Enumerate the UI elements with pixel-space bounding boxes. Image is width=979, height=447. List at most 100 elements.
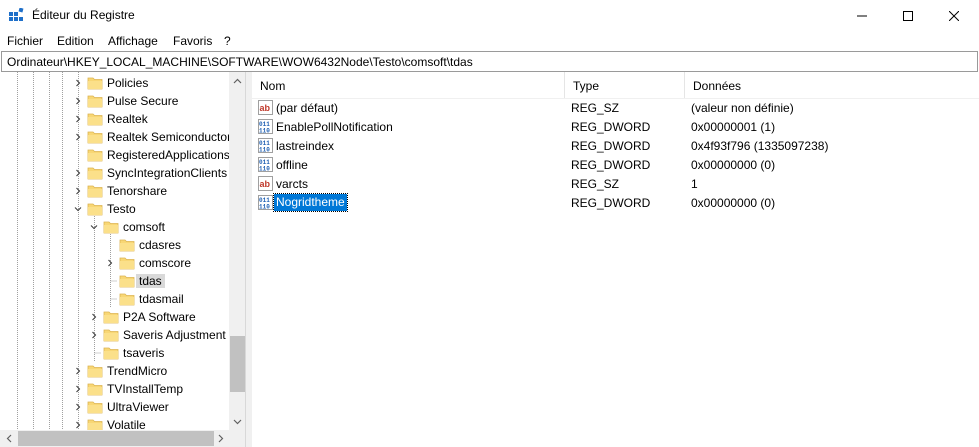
key-tree[interactable]: Policies Pulse Secure Realtek Realtek Semic…: [0, 72, 246, 447]
column-header-data[interactable]: Données: [685, 72, 979, 98]
registry-editor-icon: [9, 8, 24, 21]
value-data: 0x00000001 (1): [691, 120, 776, 134]
tree-expander[interactable]: [73, 128, 83, 146]
minimize-button[interactable]: [839, 0, 885, 31]
tree-expander[interactable]: [73, 182, 83, 200]
scroll-right-button[interactable]: [212, 430, 229, 447]
value-type: REG_SZ: [571, 177, 620, 191]
tree-node[interactable]: comsoft: [0, 218, 229, 236]
tree-horizontal-scrollbar[interactable]: [0, 430, 229, 447]
chevron-right-icon: [108, 259, 113, 267]
chevron-right-icon: [76, 403, 81, 411]
tree-node[interactable]: cdasres: [0, 236, 229, 254]
tree-node[interactable]: tdasmail: [0, 290, 229, 308]
tree-node[interactable]: Realtek Semiconductor: [0, 128, 232, 146]
tree-node[interactable]: tsaveris: [0, 344, 229, 362]
folder-icon: [119, 257, 135, 270]
tree-node[interactable]: UltraViewer: [0, 398, 229, 416]
folder-icon: [87, 77, 103, 90]
tree-expander[interactable]: [105, 254, 115, 272]
tree-expander[interactable]: [73, 200, 83, 218]
scroll-down-button[interactable]: [229, 413, 245, 430]
value-row[interactable]: 011 110 Nogridtheme REG_DWORD 0x00000000 (0): [252, 193, 979, 212]
folder-icon: [87, 185, 103, 198]
folder-icon: [87, 401, 103, 414]
tree-node-label: tdas: [136, 274, 165, 288]
value-type: REG_DWORD: [571, 158, 651, 172]
folder-icon: [87, 95, 103, 108]
menu-affichage[interactable]: Affichage: [108, 34, 158, 48]
chevron-right-icon: [76, 115, 81, 123]
value-data: (valeur non définie): [691, 101, 794, 115]
tree-expander[interactable]: [89, 326, 99, 344]
svg-text:ab: ab: [260, 179, 271, 189]
chevron-right-icon: [76, 97, 81, 105]
vertical-scroll-thumb[interactable]: [230, 336, 245, 392]
tree-node[interactable]: Pulse Secure: [0, 92, 229, 110]
tree-vertical-scrollbar[interactable]: [229, 72, 245, 430]
menu-fichier[interactable]: Fichier: [7, 34, 43, 48]
folder-icon: [119, 275, 135, 288]
tree-node[interactable]: Policies: [0, 74, 229, 92]
tree-expander[interactable]: [89, 218, 99, 236]
column-header-type[interactable]: Type: [565, 72, 685, 98]
horizontal-scroll-thumb[interactable]: [18, 431, 214, 446]
binary-value-icon: 011110: [258, 157, 273, 172]
tree-expander[interactable]: [73, 92, 83, 110]
chevron-right-icon: [92, 331, 97, 339]
scroll-left-button[interactable]: [0, 430, 17, 447]
tree-node[interactable]: Testo: [0, 200, 229, 218]
tree-expander[interactable]: [73, 398, 83, 416]
address-path[interactable]: Ordinateur\HKEY_LOCAL_MACHINE\SOFTWARE\W…: [7, 55, 473, 69]
tree-node-label: Policies: [107, 76, 149, 90]
value-type: REG_DWORD: [571, 139, 651, 153]
tree-expander[interactable]: [73, 380, 83, 398]
tree-node[interactable]: SyncIntegrationClients: [0, 164, 229, 182]
value-row[interactable]: ab (par défaut) REG_SZ (valeur non définie): [252, 98, 979, 117]
address-bar[interactable]: Ordinateur\HKEY_LOCAL_MACHINE\SOFTWARE\W…: [1, 51, 978, 72]
chevron-down-icon: [74, 207, 82, 212]
tree-expander[interactable]: [73, 362, 83, 380]
value-row[interactable]: ab varcts REG_SZ 1: [252, 174, 979, 193]
tree-node-label: Saveris Adjustment S: [123, 328, 238, 342]
svg-text:110: 110: [259, 166, 270, 173]
value-name: varcts: [276, 177, 309, 191]
value-row[interactable]: 011 110 EnablePollNotification REG_DWORD 0x0…: [252, 117, 979, 136]
tree-node[interactable]: P2A Software: [0, 308, 229, 326]
tree-node[interactable]: TVInstallTemp: [0, 380, 229, 398]
tree-node[interactable]: comscore: [0, 254, 229, 272]
values-list[interactable]: Nom Type Données ab (par défaut) REG_SZ (va…: [252, 72, 979, 447]
tree-expander[interactable]: [73, 164, 83, 182]
tree-node[interactable]: tdas: [0, 272, 229, 290]
tree-node[interactable]: TrendMicro: [0, 362, 229, 380]
tree-node-label: TrendMicro: [107, 364, 168, 378]
folder-icon: [87, 131, 103, 144]
chevron-down-icon: [233, 419, 242, 424]
value-name: (par défaut): [276, 101, 339, 115]
tree-node[interactable]: Tenorshare: [0, 182, 229, 200]
menu-edition[interactable]: Edition: [57, 34, 94, 48]
value-row[interactable]: 011 110 offline REG_DWORD 0x00000000 (0): [252, 155, 979, 174]
tree-expander[interactable]: [89, 308, 99, 326]
svg-text:110: 110: [259, 128, 270, 135]
minimize-icon: [857, 15, 867, 16]
tree-node-label: Realtek Semiconductor: [107, 130, 232, 144]
tree-expander[interactable]: [73, 74, 83, 92]
close-button[interactable]: [931, 0, 977, 31]
tree-node-label: tdasmail: [139, 292, 184, 306]
value-row[interactable]: 011 110 lastreindex REG_DWORD 0x4f93f796 (13…: [252, 136, 979, 155]
chevron-right-icon: [76, 367, 81, 375]
tree-node[interactable]: Saveris Adjustment S: [0, 326, 237, 344]
menu-favoris[interactable]: Favoris: [173, 34, 212, 48]
folder-icon: [103, 329, 119, 342]
scroll-up-button[interactable]: [229, 72, 245, 89]
tree-node[interactable]: RegisteredApplications: [0, 146, 230, 164]
tree-node-label: cdasres: [139, 238, 182, 252]
menu-help[interactable]: ?: [224, 34, 231, 48]
column-header-name[interactable]: Nom: [252, 72, 565, 98]
maximize-button[interactable]: [885, 0, 931, 31]
close-icon: [949, 10, 959, 21]
tree-node[interactable]: Realtek: [0, 110, 229, 128]
tree-expander[interactable]: [73, 110, 83, 128]
folder-icon: [119, 239, 135, 252]
